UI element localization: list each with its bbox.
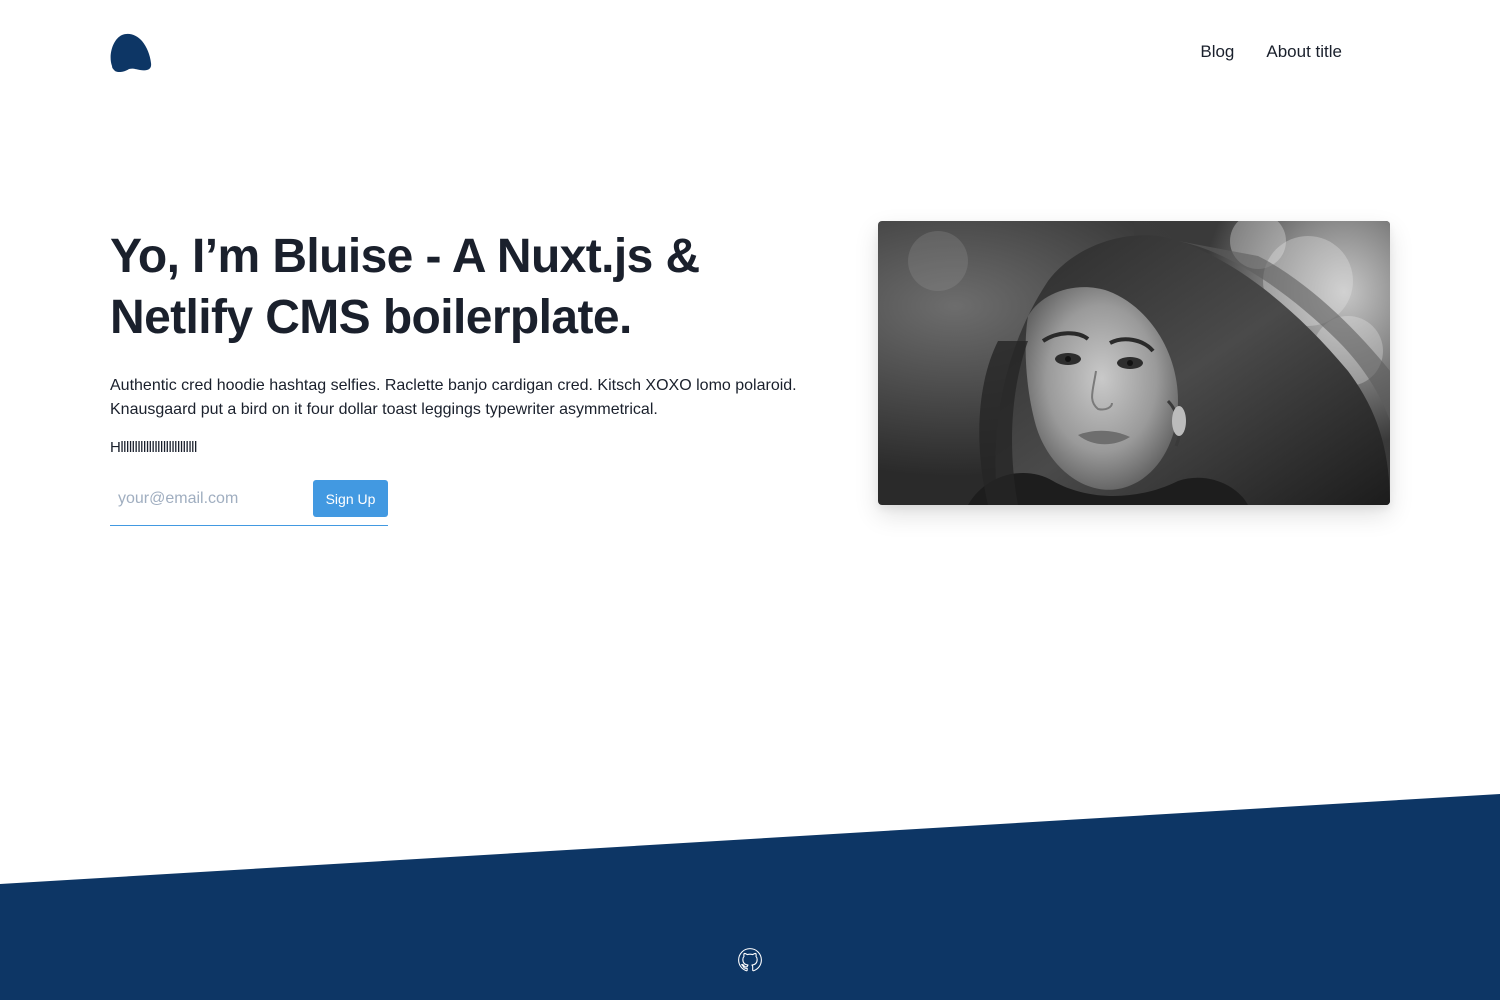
hero-title: Yo, I’m Bluise - A Nuxt.js & Netlify CMS… <box>110 230 700 344</box>
portrait-photo <box>878 221 1390 505</box>
main-nav: Blog About title <box>1200 42 1342 62</box>
github-icon[interactable] <box>737 947 763 973</box>
signup-form: Sign Up <box>110 480 388 526</box>
hero-section: Yo, I’m Bluise - A Nuxt.js & Netlify CMS… <box>110 226 840 458</box>
hero-extra-text: Hlllllllllllllllllllllllllll <box>110 439 197 456</box>
hero-description: Authentic cred hoodie hashtag selfies. R… <box>110 377 797 418</box>
nav-link-about[interactable]: About title <box>1266 42 1342 62</box>
site-header: Blog About title <box>0 0 1500 105</box>
hero-portrait-image <box>878 221 1390 505</box>
blob-logo-icon[interactable] <box>110 33 152 72</box>
email-input[interactable] <box>110 480 310 517</box>
nav-link-blog[interactable]: Blog <box>1200 42 1234 62</box>
sign-up-button[interactable]: Sign Up <box>313 480 388 517</box>
